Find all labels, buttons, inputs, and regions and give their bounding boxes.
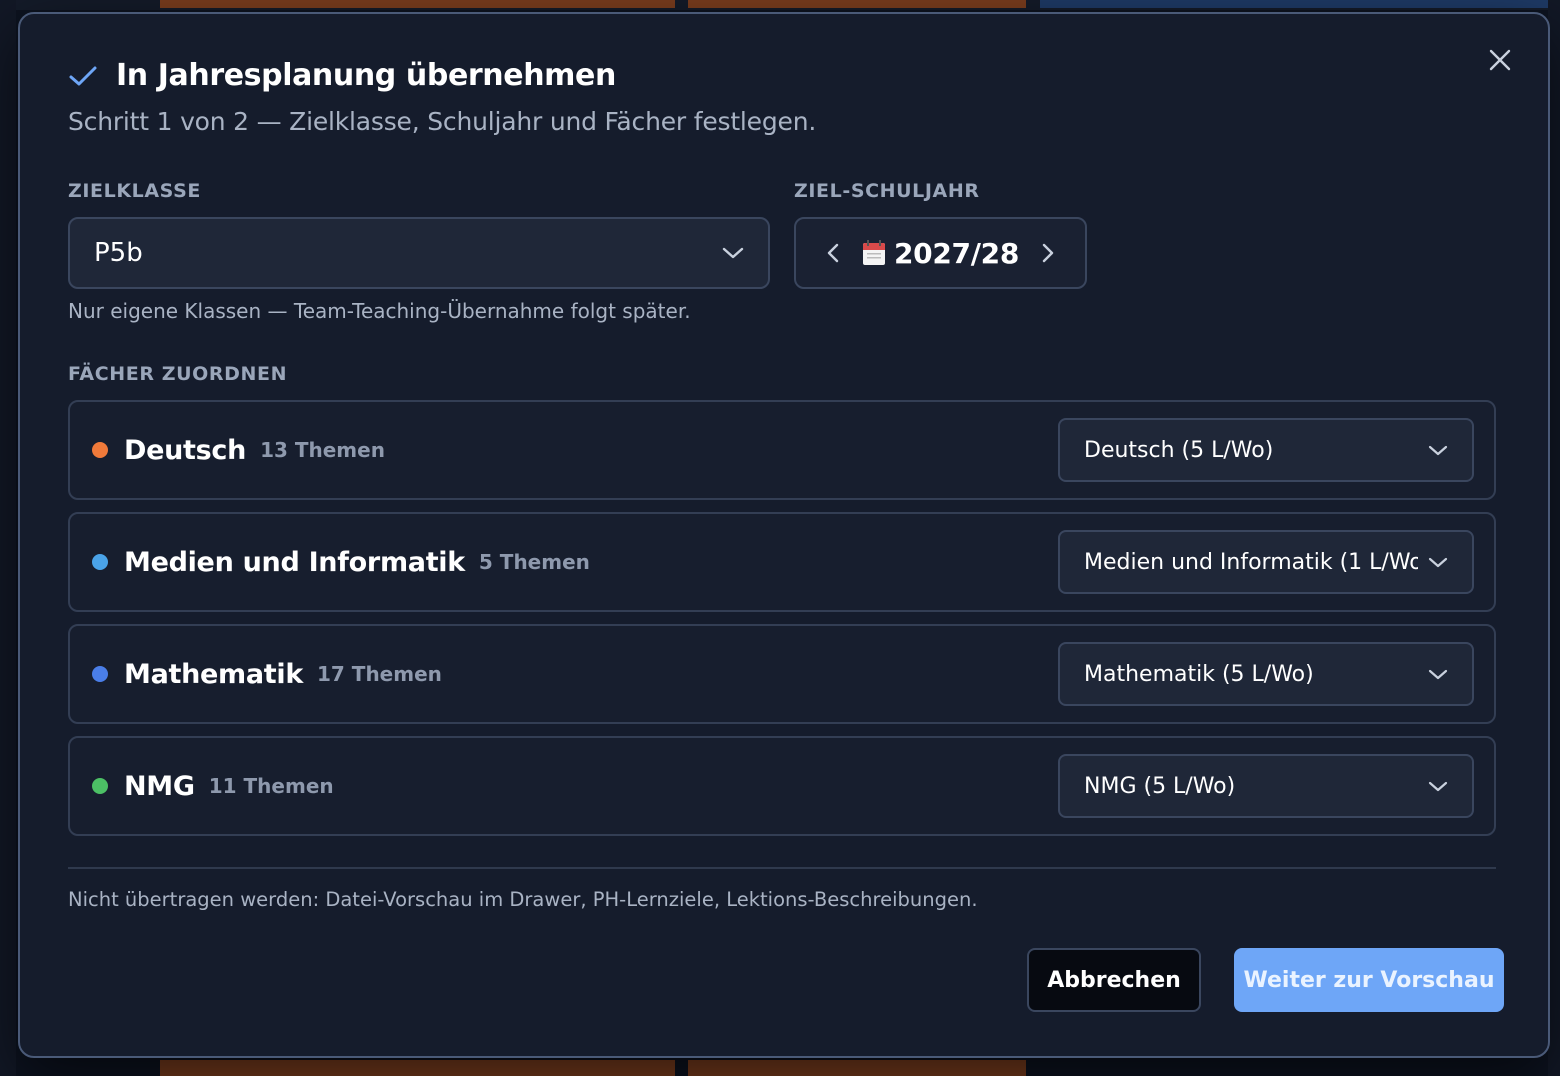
background-card (160, 1060, 675, 1076)
subject-topic-count: 13 Themen (260, 438, 385, 462)
subject-mapping-select[interactable]: Deutsch (5 L/Wo) (1058, 418, 1474, 482)
subject-topic-count: 17 Themen (317, 662, 442, 686)
subject-row-mathematik: Mathematik 17 Themen Mathematik (5 L/Wo) (68, 624, 1496, 724)
subject-name: NMG (124, 770, 195, 802)
chevron-down-icon (1428, 557, 1448, 567)
subjects-label: Fächer zuordnen (68, 363, 288, 385)
subject-color-dot (92, 666, 108, 682)
calendar-icon (862, 240, 885, 265)
target-class-label: Zielklasse (68, 180, 201, 202)
chevron-right-icon (1042, 243, 1054, 263)
cancel-button[interactable]: Abbrechen (1027, 948, 1201, 1012)
target-class-value: P5b (94, 238, 143, 268)
subject-topic-count: 5 Themen (478, 550, 590, 574)
dialog-subtitle: Schritt 1 von 2 — Zielklasse, Schuljahr … (68, 107, 817, 136)
target-year-label: Ziel-Schuljahr (794, 180, 980, 202)
subject-mapping-value: Mathematik (5 L/Wo) (1084, 661, 1314, 687)
divider (68, 867, 1496, 869)
subject-color-dot (92, 442, 108, 458)
previous-year-button[interactable] (816, 233, 850, 273)
subject-topic-count: 11 Themen (208, 774, 334, 798)
subject-mapping-select[interactable]: NMG (5 L/Wo) (1058, 754, 1474, 818)
dialog-title: In Jahresplanung übernehmen (116, 58, 616, 93)
check-icon (69, 66, 97, 85)
subject-mapping-select[interactable]: Mathematik (5 L/Wo) (1058, 642, 1474, 706)
subject-row-deutsch: Deutsch 13 Themen Deutsch (5 L/Wo) (68, 400, 1496, 500)
close-icon (1489, 49, 1511, 71)
subject-mapping-value: Medien und Informatik (1 L/Wo) (1084, 549, 1418, 575)
subject-row-nmg: NMG 11 Themen NMG (5 L/Wo) (68, 736, 1496, 836)
subject-mapping-value: NMG (5 L/Wo) (1084, 773, 1236, 799)
subject-name: Deutsch (124, 434, 247, 466)
background-card (1040, 0, 1560, 8)
target-class-select[interactable]: P5b (68, 217, 770, 289)
chevron-down-icon (1428, 445, 1448, 455)
subject-name: Medien und Informatik (124, 546, 465, 578)
chevron-left-icon (827, 243, 839, 263)
chevron-down-icon (1428, 781, 1448, 791)
next-to-preview-button[interactable]: Weiter zur Vorschau (1234, 948, 1504, 1012)
subject-color-dot (92, 554, 108, 570)
background-card (160, 0, 675, 8)
subject-row-medien-und-informatik: Medien und Informatik 5 Themen Medien un… (68, 512, 1496, 612)
subject-mapping-select[interactable]: Medien und Informatik (1 L/Wo) (1058, 530, 1474, 594)
background-sidebar (0, 0, 16, 1076)
next-year-button[interactable] (1031, 233, 1065, 273)
subject-list: Deutsch 13 Themen Deutsch (5 L/Wo) Medie… (68, 400, 1496, 848)
background-card (688, 0, 1026, 8)
chevron-down-icon (722, 247, 744, 259)
subject-mapping-value: Deutsch (5 L/Wo) (1084, 437, 1274, 463)
not-transferred-note: Nicht übertragen werden: Datei-Vorschau … (68, 888, 978, 911)
subject-name: Mathematik (124, 658, 303, 690)
background-card (688, 1060, 1026, 1076)
chevron-down-icon (1428, 669, 1448, 679)
close-button[interactable] (1486, 46, 1514, 74)
target-class-hint: Nur eigene Klassen — Team-Teaching-Übern… (68, 299, 691, 323)
subject-color-dot (92, 778, 108, 794)
dialog-header: In Jahresplanung übernehmen Schritt 1 vo… (68, 58, 816, 136)
target-year-stepper: 2027/28 (794, 217, 1087, 289)
target-year-value: 2027/28 (893, 236, 1020, 270)
transfer-dialog: In Jahresplanung übernehmen Schritt 1 vo… (18, 12, 1550, 1058)
